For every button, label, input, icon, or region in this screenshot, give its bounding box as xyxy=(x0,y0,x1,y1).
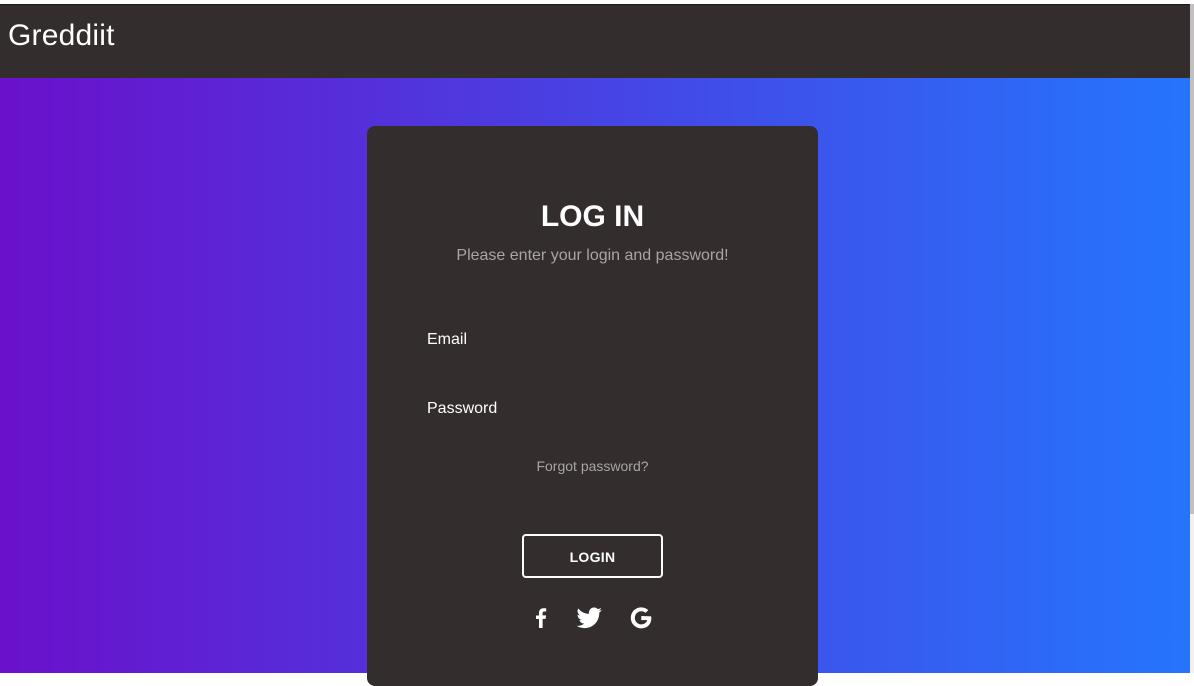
password-field[interactable]: Password xyxy=(427,391,762,431)
scrollbar-thumb[interactable] xyxy=(1190,4,1194,514)
email-input[interactable] xyxy=(427,322,762,362)
brand-logo[interactable]: Greddiit xyxy=(8,19,115,53)
twitter-icon[interactable] xyxy=(575,604,603,632)
login-title: LOG IN xyxy=(540,200,645,233)
scrollbar[interactable] xyxy=(1190,4,1194,673)
password-input[interactable] xyxy=(427,391,762,431)
login-subtitle: Please enter your login and password! xyxy=(456,247,729,264)
login-card: LOG IN Please enter your login and passw… xyxy=(367,126,818,686)
navbar: Greddiit xyxy=(0,4,1190,78)
facebook-icon[interactable] xyxy=(527,604,555,632)
login-button[interactable]: LOGIN xyxy=(522,534,663,578)
social-login-row xyxy=(367,604,818,632)
forgot-password-link[interactable]: Forgot password? xyxy=(367,458,818,474)
email-field[interactable]: Email xyxy=(427,322,762,362)
google-icon[interactable] xyxy=(627,604,655,632)
gradient-background: LOG IN Please enter your login and passw… xyxy=(0,78,1190,686)
